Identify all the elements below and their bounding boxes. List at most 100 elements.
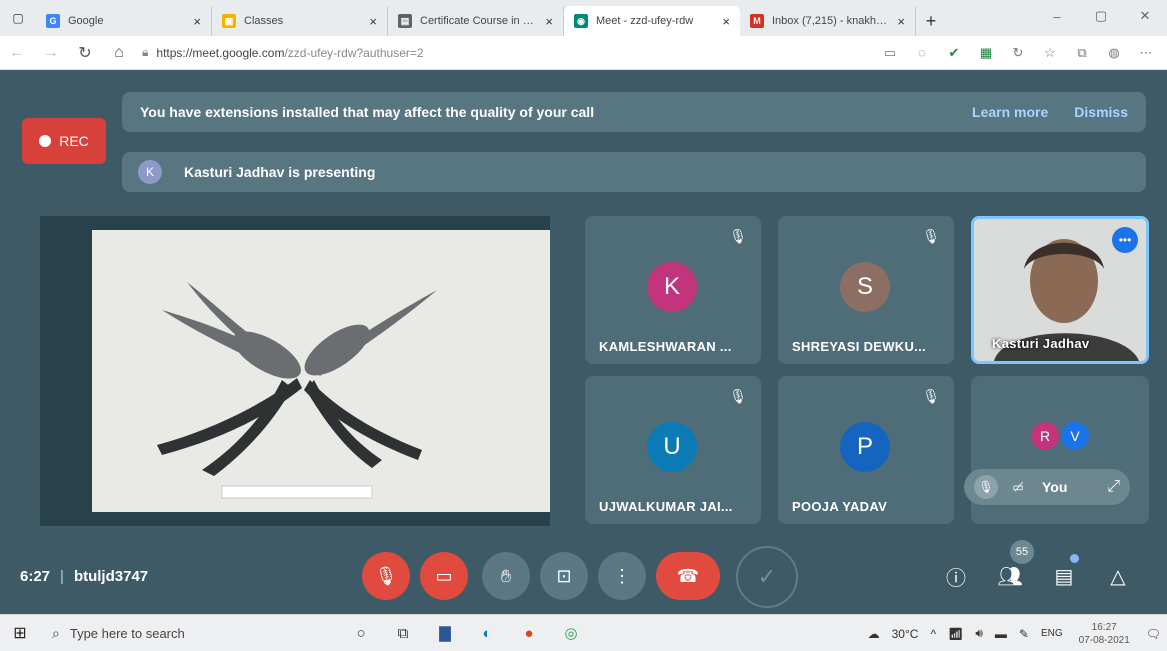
search-icon: ⌕ [52,624,60,641]
collections-icon[interactable]: ⧉ [1069,40,1095,66]
extension-icon[interactable]: ◌ [909,40,935,66]
info-icon: ⓘ [946,567,966,590]
clock[interactable]: 16:27 07-08-2021 [1069,621,1140,647]
favorites-icon[interactable]: ☆ [1037,40,1063,66]
reload-icon[interactable]: ↻ [68,36,102,70]
home-icon[interactable]: ⌂ [102,36,136,70]
self-label: You [1042,479,1068,495]
chrome-app-icon[interactable]: ◎ [550,615,592,651]
minimize-icon[interactable]: – [1035,0,1079,32]
expand-icon[interactable]: ⤢ [1107,478,1120,496]
activities-icon: △ [1110,565,1126,588]
call-controls-bar: 6:27 | btuljd3747 🎙︎ ▭ ✋︎ ⊡ ⋮ ☎︎ ✓ ⓘ 👥︎ 55… [0,540,1167,608]
more-options-button[interactable]: ⋮ [598,552,646,600]
camera-off-icon: ▭ [435,565,453,586]
participant-tile[interactable]: 🎙︎ U UJWALKUMAR JAI... [585,376,761,524]
window-menu-icon[interactable]: ▢ [0,0,36,36]
extension-warning-text: You have extensions installed that may a… [140,104,595,120]
chat-button[interactable]: ▤ [1044,556,1084,596]
meeting-details-button[interactable]: ⓘ [936,556,976,596]
weather-icon[interactable]: ☁︎ [862,627,886,641]
word-app-icon[interactable]: ▇ [424,615,466,651]
close-tab-icon[interactable]: × [193,14,201,29]
leave-call-button[interactable]: ☎︎ [656,552,720,600]
participant-tile[interactable]: 🎙︎ P POOJA YADAV [778,376,954,524]
camera-icon[interactable]: ▭ [877,40,903,66]
microphone-toggle-button[interactable]: 🎙︎ [362,552,410,600]
chevron-up-icon[interactable]: ^ [924,627,942,641]
mic-off-icon: 🎙︎ [922,388,940,404]
new-tab-button[interactable]: + [916,6,946,36]
more-menu-icon[interactable]: ⋯ [1133,40,1159,66]
cortana-icon[interactable]: ○ [340,615,382,651]
url-path: /zzd-ufey-rdw?authuser=2 [284,45,424,60]
maximize-icon[interactable]: ▢ [1079,0,1123,32]
clock-time: 16:27 [1091,621,1117,633]
presentation-slide [92,230,550,512]
temperature-label[interactable]: 30°C [886,627,925,641]
close-tab-icon[interactable]: × [545,14,553,29]
task-view-icon[interactable]: ⧉ [382,615,424,651]
shared-screen[interactable] [40,216,550,526]
edge-app-icon[interactable]: ◐ [466,615,508,651]
language-label[interactable]: ENG [1035,628,1069,639]
pen-icon[interactable]: ✎ [1013,627,1035,641]
browser-tab[interactable]: ▣ Classes × [212,6,388,36]
chat-icon: ▤ [1054,565,1074,588]
gmail-icon: M [750,14,764,28]
browser-tab[interactable]: ◉ Meet - zzd-ufey-rdw × [564,6,740,36]
participant-tile[interactable]: 🎙︎ K KAMLESHWARAN ... [585,216,761,364]
participant-name: SHREYASI DEWKU... [792,339,926,354]
windows-start-icon[interactable]: ⊞ [0,623,40,643]
sheet-extension-icon[interactable]: ▦ [973,40,999,66]
learn-more-link[interactable]: Learn more [972,104,1048,120]
present-screen-button[interactable]: ⊡ [540,552,588,600]
tab-label: Inbox (7,215) - knakhare [772,15,892,27]
close-tab-icon[interactable]: × [722,14,730,29]
camera-toggle-button[interactable]: ▭ [420,552,468,600]
lock-icon: 🔒︎ [142,45,149,59]
meet-call-area: You have extensions installed that may a… [0,70,1167,614]
meeting-code: btuljd3747 [73,567,149,585]
mic-off-icon: 🎙︎ [729,388,747,404]
participant-name: KAMLESHWARAN ... [599,339,732,354]
participant-tile[interactable]: 🎙︎ S SHREYASI DEWKU... [778,216,954,364]
check-extension-icon[interactable]: ✔ [941,40,967,66]
network-icon[interactable]: 📶︎ [942,627,969,641]
profile-icon[interactable]: ◍ [1101,40,1127,66]
camera-off-icon[interactable]: ▭̸ [1006,475,1030,499]
pigeons-photo [92,230,550,512]
refresh-extension-icon[interactable]: ↻ [1005,40,1031,66]
battery-icon[interactable]: ▬ [989,627,1013,641]
browser-tab[interactable]: M Inbox (7,215) - knakhare × [740,6,916,36]
dismiss-link[interactable]: Dismiss [1074,104,1128,120]
activities-button[interactable]: △ [1098,556,1138,596]
taskbar-search[interactable]: ⌕ Type here to search [40,618,340,648]
speaking-indicator-icon: ••• [1112,227,1138,253]
browser-tab[interactable]: ▤ Certificate Course in Busi × [388,6,564,36]
record-dot-icon [39,135,52,147]
presenter-avatar: K [138,160,162,184]
meeting-time: 6:27 [20,567,51,585]
raise-hand-button[interactable]: ✋︎ [482,552,530,600]
active-speaker-tile[interactable]: ••• Kasturi Jadhav [971,216,1149,364]
forward-icon[interactable]: → [34,36,68,70]
participant-name: UJWALKUMAR JAI... [599,499,733,514]
google-icon: G [46,14,60,28]
recording-badge[interactable]: REC [22,118,106,164]
people-icon: 👥︎ [997,565,1023,588]
notifications-icon[interactable]: 🗨︎ [1140,627,1167,641]
url-field[interactable]: 🔒︎ https://meet.google.com /zzd-ufey-rdw… [136,41,877,65]
close-tab-icon[interactable]: × [369,14,377,29]
participant-avatar: P [840,422,890,472]
participant-avatar: V [1059,420,1091,452]
back-icon[interactable]: ← [0,36,34,70]
close-window-icon[interactable]: ✕ [1123,0,1167,32]
browser-tab[interactable]: G Google × [36,6,212,36]
close-tab-icon[interactable]: × [897,14,905,29]
mic-off-icon[interactable]: 🎙︎ [974,475,998,499]
mic-off-icon: 🎙︎ [922,228,940,244]
volume-icon[interactable]: 🔊︎ [969,626,989,641]
self-view-bar[interactable]: 🎙︎ ▭̸ You ⤢ [964,469,1130,505]
powerpoint-app-icon[interactable]: ● [508,615,550,651]
